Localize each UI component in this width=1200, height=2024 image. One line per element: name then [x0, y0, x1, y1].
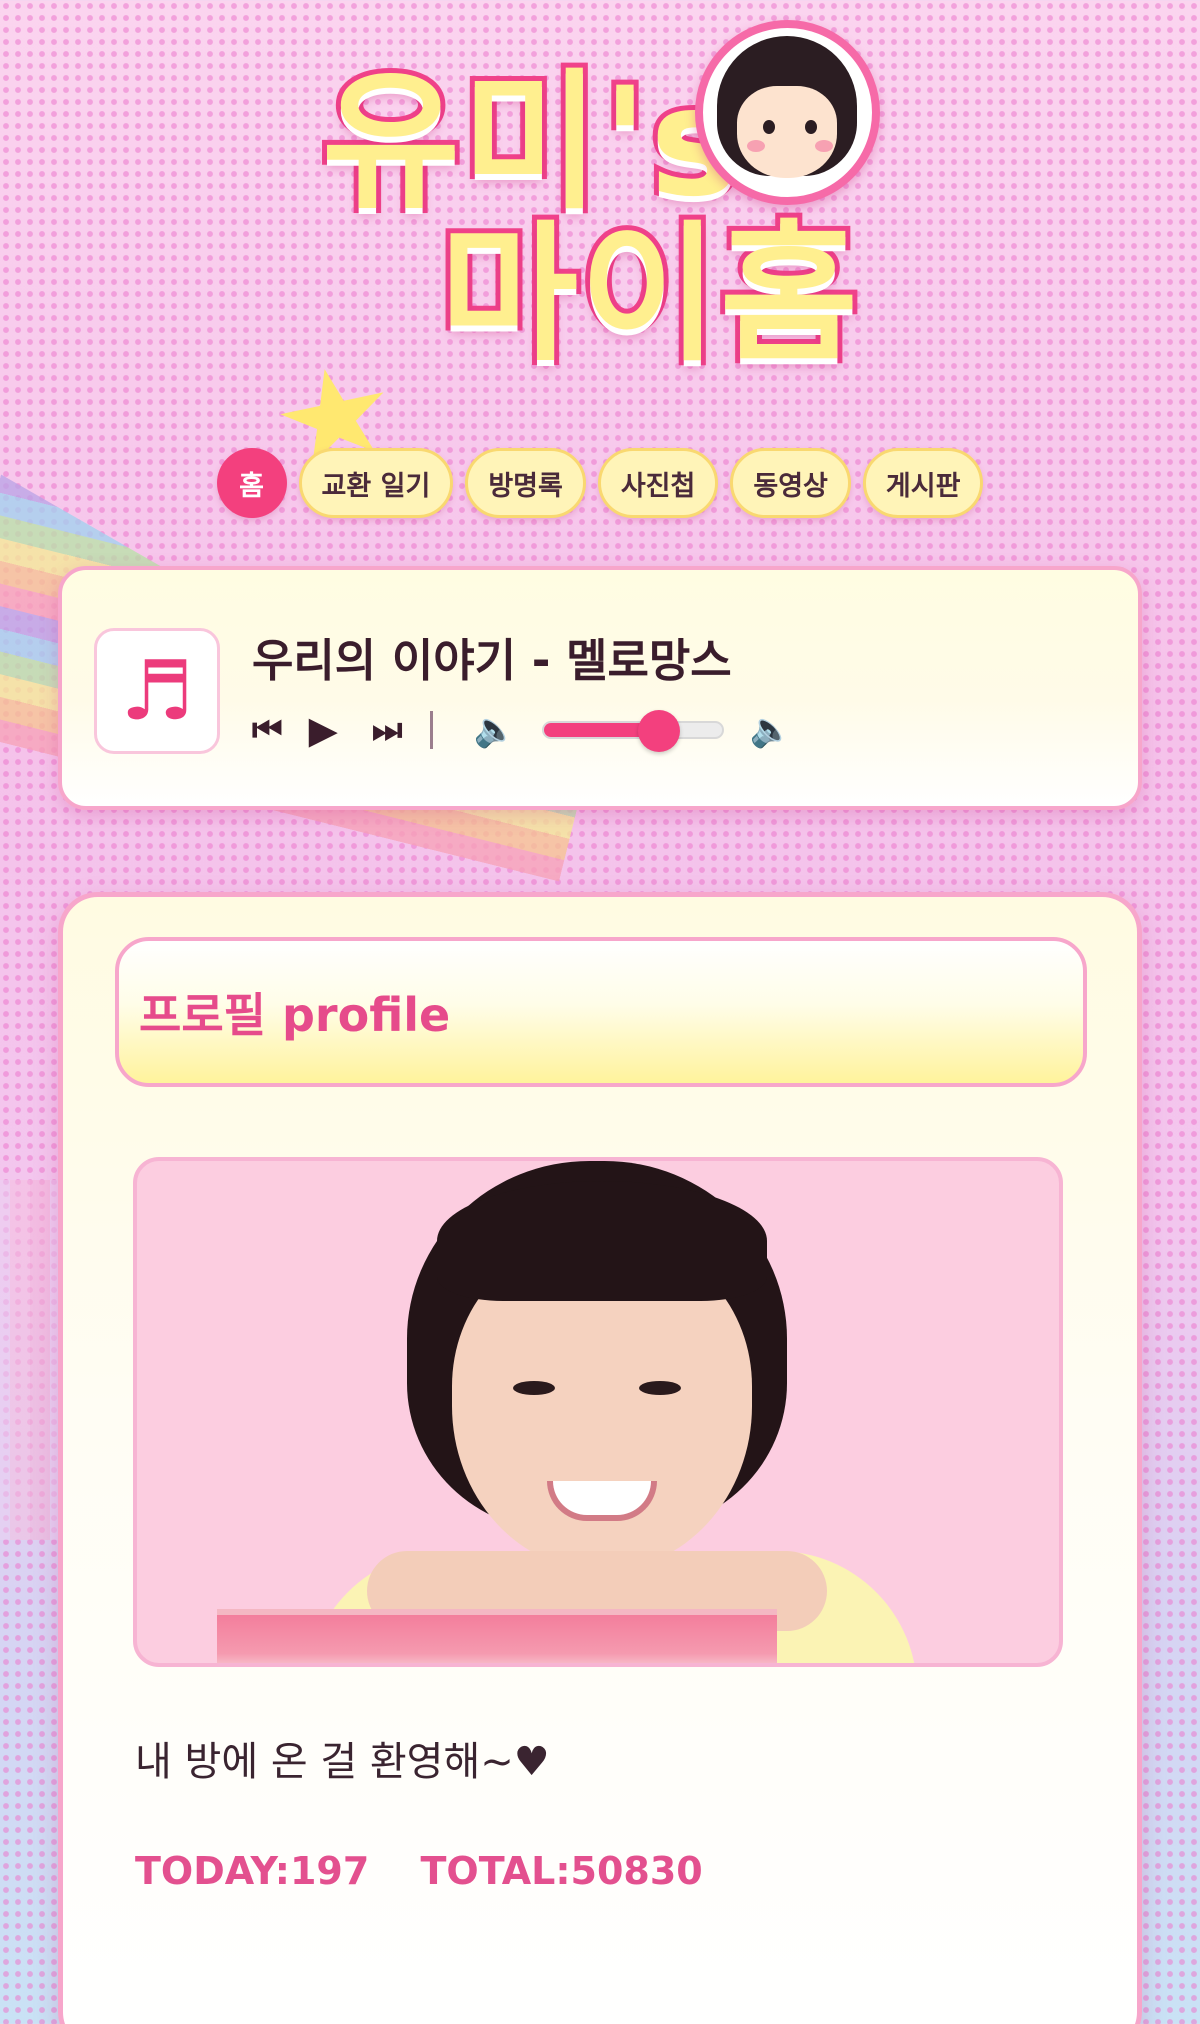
volume-slider-knob[interactable] [638, 710, 681, 752]
play-button[interactable]: ▶ [309, 711, 338, 749]
tab-guestbook[interactable]: 방명록 [465, 448, 586, 518]
logo-title-line1: 유미's [317, 56, 744, 230]
tab-home[interactable]: 홈 [216, 448, 287, 518]
logo-title-line2: 마이홈 [435, 208, 863, 382]
previous-track-button[interactable]: ⏮ [252, 713, 283, 747]
music-note-icon: ♬ [94, 628, 220, 754]
total-count: TOTAL:50830 [420, 1849, 703, 1893]
tab-videos[interactable]: 동영상 [730, 448, 851, 518]
profile-photo [133, 1157, 1063, 1667]
tab-board[interactable]: 게시판 [862, 448, 984, 518]
today-count: TODAY:197 [135, 1849, 370, 1893]
controls-divider [430, 711, 434, 749]
welcome-message: 내 방에 온 걸 환영해~♥ [135, 1739, 550, 1785]
tab-exchange-diary[interactable]: 교환 일기 [298, 448, 454, 518]
visitor-counter: TODAY:197 TOTAL:50830 [135, 1849, 703, 1893]
volume-up-icon[interactable]: 🔈 [750, 713, 792, 747]
music-player: ♬ 우리의 이야기 - 멜로망스 ⏮ ▶ ⏭ 🔈 🔈 [58, 566, 1142, 810]
tab-photo-album[interactable]: 사진첩 [597, 448, 719, 518]
volume-slider[interactable] [541, 710, 724, 752]
profile-card: 프로필 profile 내 방에 온 걸 환영해~♥ TODAY:197 TOT… [58, 892, 1142, 2024]
volume-down-icon[interactable]: 🔈 [473, 713, 515, 747]
next-track-button[interactable]: ⏭ [372, 713, 403, 747]
player-controls: ⏮ ▶ ⏭ 🔈 🔈 [252, 700, 792, 760]
song-title: 우리의 이야기 - 멜로망스 [252, 634, 732, 687]
site-logo[interactable]: 유미's 마이홈 [300, 20, 880, 390]
main-nav: 홈 교환 일기 방명록 사진첩 동영상 게시판 [0, 446, 1200, 520]
profile-heading: 프로필 profile [139, 988, 451, 1042]
avatar-icon [695, 20, 880, 205]
profile-heading-bar: 프로필 profile [115, 937, 1087, 1087]
